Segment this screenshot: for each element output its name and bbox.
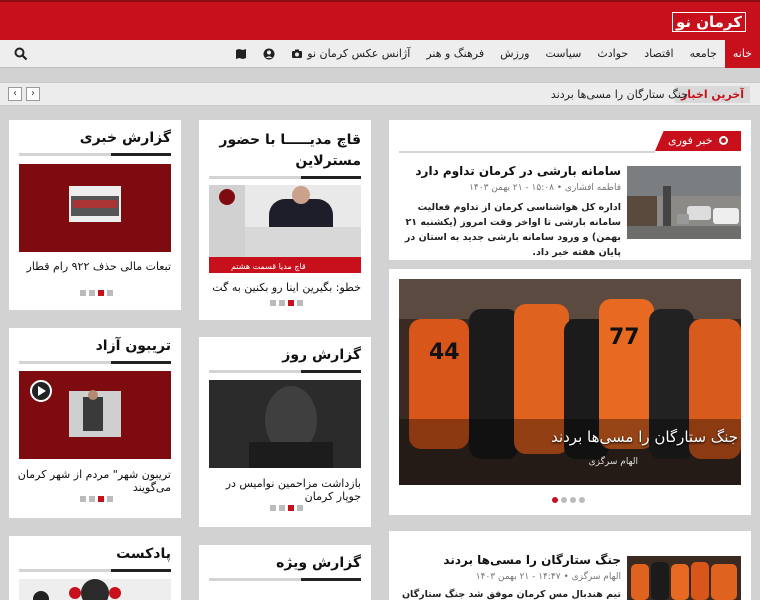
news-report-title[interactable]: گزارش خبری [80, 130, 171, 146]
ticker-prev-button[interactable]: ‹ [8, 87, 22, 101]
carousel-dot[interactable] [80, 290, 86, 296]
news-report-dots [80, 290, 113, 296]
special-report-title[interactable]: گزارش ویژه [276, 555, 361, 571]
podcast-thumbnail[interactable] [19, 579, 171, 600]
news-report-thumbnail[interactable] [19, 164, 171, 252]
ticker-next-button[interactable]: › [26, 87, 40, 101]
nav-map[interactable] [227, 40, 255, 68]
carousel-dot[interactable] [98, 496, 104, 502]
nav-list: خانه جامعه اقتصاد حوادث سیاست ورزش فرهنگ… [227, 40, 760, 68]
svg-text:قاچ مدیا قسمت هشتم: قاچ مدیا قسمت هشتم [231, 262, 306, 271]
daily-report-card: گزارش روز بازداشت مزاحمین نوامیس در جوپا… [199, 337, 371, 527]
daily-report-caption[interactable]: بازداشت مزاحمین نوامیس در جوپار کرمان [199, 477, 361, 503]
breaking-news-title[interactable]: سامانه بارشی در کرمان تداوم دارد [415, 164, 621, 178]
carousel-dot[interactable] [297, 300, 303, 306]
top-bar: کرمان نو [0, 0, 760, 40]
nav-society[interactable]: جامعه [682, 40, 725, 68]
nav-economy[interactable]: اقتصاد [636, 40, 681, 68]
breaking-news-thumbnail[interactable] [627, 166, 741, 239]
free-tribune-title[interactable]: تریبون آزاد [96, 338, 171, 354]
svg-text:77: 77 [609, 325, 640, 350]
nav-photo-agency[interactable]: آژانس عکس کرمان نو [283, 40, 418, 68]
slider-dot[interactable] [579, 497, 585, 503]
news-item-meta: الهام سرگزی • ۱۴:۴۷ - ۲۱ بهمن ۱۴۰۳ [475, 572, 621, 582]
nav-culture[interactable]: فرهنگ و هنر [418, 40, 492, 68]
qach-media-thumbnail[interactable]: قاچ مدیا قسمت هشتم [209, 185, 361, 273]
slider-dot[interactable] [570, 497, 576, 503]
site-logo[interactable]: کرمان نو [671, 12, 746, 32]
podcast-title[interactable]: پادکست [116, 546, 171, 562]
carousel-dot[interactable] [107, 496, 113, 502]
carousel-dot[interactable] [80, 496, 86, 502]
breaking-news-text: خبر فوری [667, 134, 713, 147]
breaking-news-meta: فاطمه افشاری • ۱۵:۰۸ - ۲۱ بهمن ۱۴۰۳ [469, 183, 621, 193]
carousel-dot[interactable] [89, 496, 95, 502]
search-icon[interactable] [14, 47, 28, 61]
qach-media-caption[interactable]: خطو: بگیرین اینا رو بکنین به گت [212, 281, 361, 294]
carousel-dot[interactable] [279, 505, 285, 511]
camera-icon [292, 49, 303, 58]
qach-media-rule [209, 176, 361, 179]
map-icon [236, 49, 247, 59]
hero-image[interactable]: 44 77 [399, 279, 741, 485]
hero-meta: الهام سرگزی [588, 457, 638, 467]
free-tribune-card: تریبون آزاد تریبون شهر" مردم از شهر کرما… [9, 328, 181, 518]
qach-media-dots [270, 300, 303, 306]
carousel-dot[interactable] [270, 505, 276, 511]
news-report-card: گزارش خبری تبعات مالی حذف ۹۲۲ رام قطار [9, 120, 181, 310]
news-report-rule [19, 153, 171, 156]
news-item-thumbnail[interactable] [627, 556, 741, 600]
free-tribune-rule [19, 361, 171, 364]
carousel-dot[interactable] [270, 300, 276, 306]
carousel-dot[interactable] [288, 505, 294, 511]
hero-slider-dots [552, 497, 585, 503]
qach-media-title[interactable]: قاچ مدیـــــا با حضور مسترلاین [209, 130, 361, 172]
main-navigation: خانه جامعه اقتصاد حوادث سیاست ورزش فرهنگ… [0, 40, 760, 68]
nav-home[interactable]: خانه [724, 40, 760, 68]
hero-title[interactable]: جنگ ستارگان را مسی‌ها بردند [551, 428, 738, 446]
carousel-dot[interactable] [107, 290, 113, 296]
nav-incidents[interactable]: حوادث [589, 40, 636, 68]
daily-report-title[interactable]: گزارش روز [282, 347, 361, 363]
nav-politics[interactable]: سیاست [537, 40, 589, 68]
breaking-rule [399, 151, 655, 153]
breaking-news-card: خبر فوری سامانه بارشی در کرمان تداوم دار… [389, 120, 751, 260]
carousel-dot[interactable] [279, 300, 285, 306]
podcast-card: پادکست [9, 536, 181, 600]
ticker-headline[interactable]: جنگ ستارگان را مسی‌ها بردند [551, 83, 688, 106]
qach-media-card: قاچ مدیـــــا با حضور مسترلاین قاچ مدیا … [199, 120, 371, 320]
carousel-dot[interactable] [89, 290, 95, 296]
carousel-dot[interactable] [288, 300, 294, 306]
news-ticker: آخرین اخبار جنگ ستارگان را مسی‌ها بردند … [0, 82, 760, 106]
news-item-card: جنگ ستارگان را مسی‌ها بردند الهام سرگزی … [389, 531, 751, 600]
slider-dot[interactable] [552, 497, 558, 503]
news-item-title[interactable]: جنگ ستارگان را مسی‌ها بردند [443, 553, 621, 567]
breaking-news-summary: اداره کل هواشناسی کرمان از تداوم فعالیت … [404, 202, 621, 258]
nav-sports[interactable]: ورزش [492, 40, 537, 68]
carousel-dot[interactable] [297, 505, 303, 511]
nav-user[interactable] [255, 40, 283, 68]
special-report-rule [209, 578, 361, 581]
daily-report-rule [209, 370, 361, 373]
nav-photo-agency-label: آژانس عکس کرمان نو [307, 47, 411, 60]
breaking-news-label: خبر فوری [655, 131, 741, 151]
news-item-summary: تیم هندبال مس کرمان موفق شد جنگ ستارگان … [401, 589, 621, 600]
svg-text:44: 44 [429, 340, 460, 365]
breaking-icon [719, 136, 729, 145]
podcast-rule [19, 569, 171, 572]
special-report-card: گزارش ویژه [199, 545, 371, 600]
news-report-caption[interactable]: تبعات مالی حذف ۹۲۲ رام قطار [27, 260, 171, 273]
daily-report-dots [270, 505, 303, 511]
free-tribune-caption[interactable]: تریبون شهر" مردم از شهر کرمان می‌گویند [9, 468, 171, 494]
user-icon [263, 48, 275, 60]
daily-report-thumbnail[interactable] [209, 380, 361, 468]
free-tribune-dots [80, 496, 113, 502]
free-tribune-thumbnail[interactable] [19, 371, 171, 459]
carousel-dot[interactable] [98, 290, 104, 296]
slider-dot[interactable] [561, 497, 567, 503]
